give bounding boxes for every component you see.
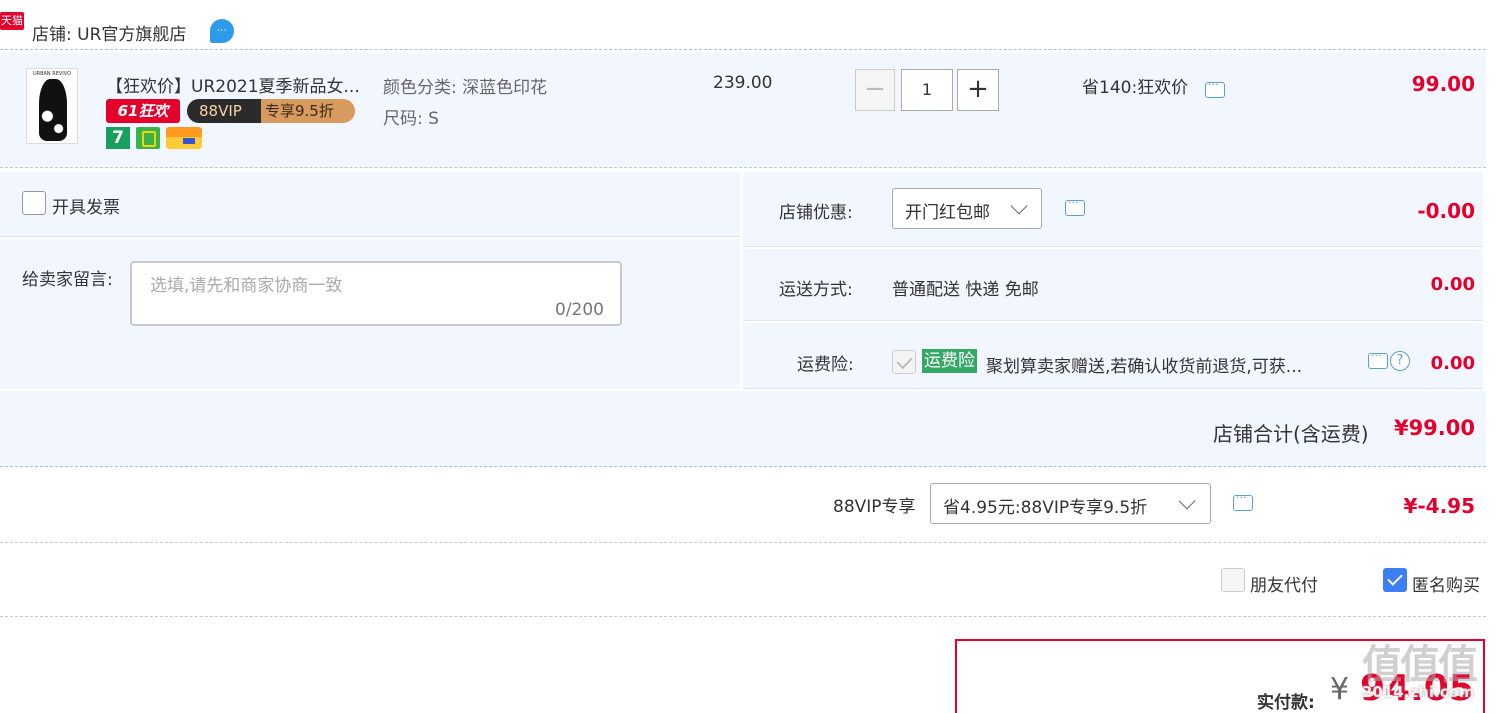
watermark-logo: 值值值 — [1362, 641, 1478, 688]
insurance-description: 聚划算卖家赠送,若确认收货前退货,可获... — [986, 357, 1303, 377]
payment-label: 实付款: — [1257, 693, 1315, 713]
message-label: 给卖家留言: — [22, 270, 113, 290]
seven-day-return-icon: 7 — [106, 127, 130, 149]
invoice-checkbox[interactable] — [22, 191, 46, 215]
insurance-checkbox — [892, 350, 916, 374]
shop-promo-amount: -0.00 — [1417, 199, 1475, 223]
thumbnail-brand-text: URBAN REVIVO — [32, 71, 72, 77]
shop-promo-row — [743, 172, 1483, 247]
sku-color: 颜色分类: 深蓝色印花 — [383, 78, 548, 98]
vip-discount-amount: ¥-4.95 — [1403, 494, 1475, 518]
item-total-price: 99.00 — [1411, 72, 1475, 96]
dress-image — [39, 79, 67, 141]
comment-icon[interactable] — [1065, 196, 1085, 216]
shipping-label: 运送方式: — [779, 280, 853, 300]
message-placeholder: 选填,请先和商家协商一致 — [150, 276, 343, 296]
vip-label: 88VIP专享 — [833, 497, 916, 517]
unit-price: 239.00 — [713, 73, 773, 93]
quantity-input[interactable]: 1 — [901, 69, 953, 111]
shop-name-link[interactable]: 店铺: UR官方旗舰店 — [32, 20, 186, 45]
payment-currency: ¥ — [1330, 672, 1350, 707]
insurance-label: 运费险: — [797, 355, 854, 375]
vip-discount-row — [0, 469, 1486, 543]
promo-618-badge: 61狂欢 — [106, 99, 180, 123]
shipping-amount: 0.00 — [1430, 274, 1475, 295]
comment-icon[interactable] — [1205, 78, 1225, 98]
shop-promo-label: 店铺优惠: — [779, 203, 853, 223]
wangwang-chat-icon[interactable]: ⋯ — [210, 19, 234, 43]
credit-card-icon — [166, 127, 202, 149]
invoice-label[interactable]: 开具发票 — [52, 193, 120, 218]
insurance-amount: 0.00 — [1430, 353, 1475, 374]
vip-discount-badge: 88VIP 专享9.5折 — [187, 99, 355, 123]
item-title-link[interactable]: 【狂欢价】UR2021夏季新品女... — [106, 72, 360, 97]
shipping-row — [743, 249, 1483, 321]
friend-pay-checkbox[interactable] — [1221, 568, 1245, 592]
message-char-count: 0/200 — [555, 300, 604, 320]
shopping-bag-icon — [136, 127, 160, 149]
watermark-site-text: 2014.zhi.com — [1362, 683, 1475, 701]
item-discount-label: 省140:狂欢价 — [1082, 78, 1189, 98]
quantity-increase-button[interactable]: + — [957, 69, 999, 111]
shop-total-amount: ¥99.00 — [1393, 416, 1475, 440]
shop-promo-selected-value[interactable]: 开门红包邮 — [905, 198, 990, 223]
insurance-tag: 运费险 — [922, 349, 977, 373]
friend-pay-label[interactable]: 朋友代付 — [1250, 571, 1318, 596]
anonymous-purchase-label[interactable]: 匿名购买 — [1412, 571, 1480, 596]
tmall-badge: 天猫 — [0, 12, 24, 30]
quantity-decrease-button[interactable]: − — [855, 69, 895, 111]
vip-selected-value[interactable]: 省4.95元:88VIP专享9.5折 — [943, 493, 1147, 518]
item-thumbnail[interactable]: URBAN REVIVO — [26, 68, 78, 144]
vip-badge-right: 专享9.5折 — [265, 102, 334, 120]
shop-total-label: 店铺合计(含运费) — [1213, 422, 1369, 446]
sku-size: 尺码: S — [383, 109, 439, 129]
anonymous-purchase-checkbox[interactable] — [1383, 568, 1407, 592]
vip-badge-left: 88VIP — [199, 102, 242, 120]
comment-icon[interactable] — [1233, 491, 1253, 511]
shipping-method: 普通配送 快递 免邮 — [892, 280, 1039, 300]
